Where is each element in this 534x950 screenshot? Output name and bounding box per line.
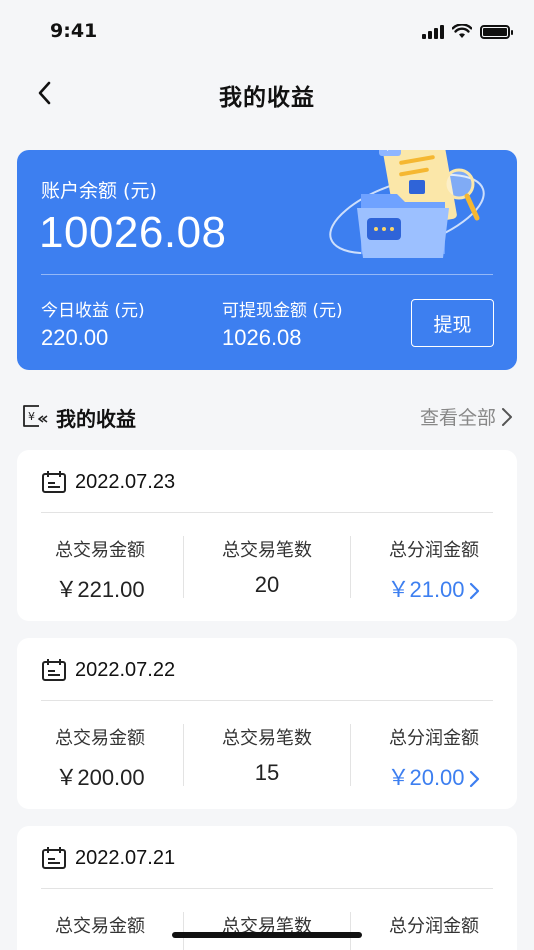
- transaction-count-label: 总交易笔数: [222, 728, 312, 749]
- balance-card: 账户余额 (元) 10026.08 今日收益 (元) 220.00 可提现金额 …: [17, 150, 517, 370]
- folder-illustration-icon: [329, 150, 485, 258]
- nav-bar: 我的收益: [0, 62, 534, 124]
- chevron-right-icon: [469, 583, 479, 600]
- total-amount-label: 总交易金额: [55, 728, 145, 749]
- withdrawable-label: 可提现金额 (元): [222, 301, 343, 321]
- profit-share-value: ￥21.00: [387, 577, 465, 602]
- earnings-section-header: ¥ 我的收益 查看全部: [22, 400, 514, 432]
- record-date: 2022.07.23: [75, 470, 176, 493]
- profit-share-value: ￥20.00: [387, 765, 465, 790]
- balance-amount: 10026.08: [39, 208, 227, 257]
- transaction-count-cell: 总交易笔数 15: [184, 724, 350, 786]
- record-divider: [41, 700, 493, 701]
- earnings-record-card[interactable]: 2022.07.22 总交易金额 ￥200.00 总交易笔数 15 总分润金额 …: [17, 638, 517, 809]
- record-divider: [41, 512, 493, 513]
- status-bar: 9:41: [0, 0, 534, 62]
- record-divider: [41, 888, 493, 889]
- record-date-row: 2022.07.23: [41, 468, 175, 496]
- yuan-wallet-icon: ¥: [23, 405, 48, 427]
- total-amount-value: ￥221.00: [55, 577, 145, 602]
- today-earnings-value: 220.00: [41, 325, 109, 350]
- wifi-icon: [452, 24, 472, 38]
- withdraw-button[interactable]: 提现: [411, 299, 494, 347]
- chevron-right-icon: [502, 407, 512, 426]
- transaction-count-value: 20: [254, 572, 280, 597]
- battery-icon: [480, 24, 513, 39]
- transaction-count-value: 15: [254, 760, 280, 785]
- status-icons: [422, 24, 513, 39]
- profit-share-label: 总分润金额: [389, 728, 479, 749]
- total-amount-label: 总交易金额: [55, 540, 145, 561]
- page-title: 我的收益: [219, 85, 315, 111]
- total-amount-cell: 总交易金额: [17, 912, 183, 938]
- profit-share-link[interactable]: ￥20.00: [351, 760, 517, 792]
- balance-label: 账户余额 (元): [41, 180, 157, 202]
- record-date: 2022.07.21: [75, 846, 176, 869]
- profit-share-label: 总分润金额: [389, 916, 479, 937]
- profit-share-cell[interactable]: 总分润金额 ￥21.00: [351, 536, 517, 604]
- earnings-record-card[interactable]: 2022.07.23 总交易金额 ￥221.00 总交易笔数 20 总分润金额 …: [17, 450, 517, 621]
- calendar-icon: [42, 847, 66, 869]
- total-amount-label: 总交易金额: [55, 916, 145, 937]
- chevron-right-icon: [469, 771, 479, 788]
- home-indicator: [172, 932, 362, 938]
- total-amount-cell: 总交易金额 ￥221.00: [17, 536, 183, 604]
- view-all-label: 查看全部: [419, 407, 496, 429]
- status-time: 9:41: [50, 20, 98, 42]
- svg-text:¥: ¥: [28, 410, 35, 423]
- profit-share-label: 总分润金额: [389, 540, 479, 561]
- profit-share-cell[interactable]: 总分润金额: [351, 912, 517, 938]
- today-earnings-label: 今日收益 (元): [41, 301, 145, 321]
- transaction-count-cell: 总交易笔数 20: [184, 536, 350, 598]
- total-amount-cell: 总交易金额 ￥200.00: [17, 724, 183, 792]
- signal-icon: [422, 24, 444, 39]
- record-date-row: 2022.07.22: [41, 656, 175, 684]
- section-title: 我的收益: [56, 407, 136, 431]
- calendar-icon: [42, 471, 66, 493]
- total-amount-value: ￥200.00: [55, 765, 145, 790]
- transaction-count-label: 总交易笔数: [222, 540, 312, 561]
- profit-share-cell[interactable]: 总分润金额 ￥20.00: [351, 724, 517, 792]
- record-date: 2022.07.22: [75, 658, 176, 681]
- balance-divider: [41, 274, 493, 275]
- record-date-row: 2022.07.21: [41, 844, 175, 872]
- view-all-link[interactable]: 查看全部: [420, 403, 514, 430]
- profit-share-link[interactable]: ￥21.00: [351, 572, 517, 604]
- calendar-icon: [42, 659, 66, 681]
- withdrawable-value: 1026.08: [222, 325, 302, 350]
